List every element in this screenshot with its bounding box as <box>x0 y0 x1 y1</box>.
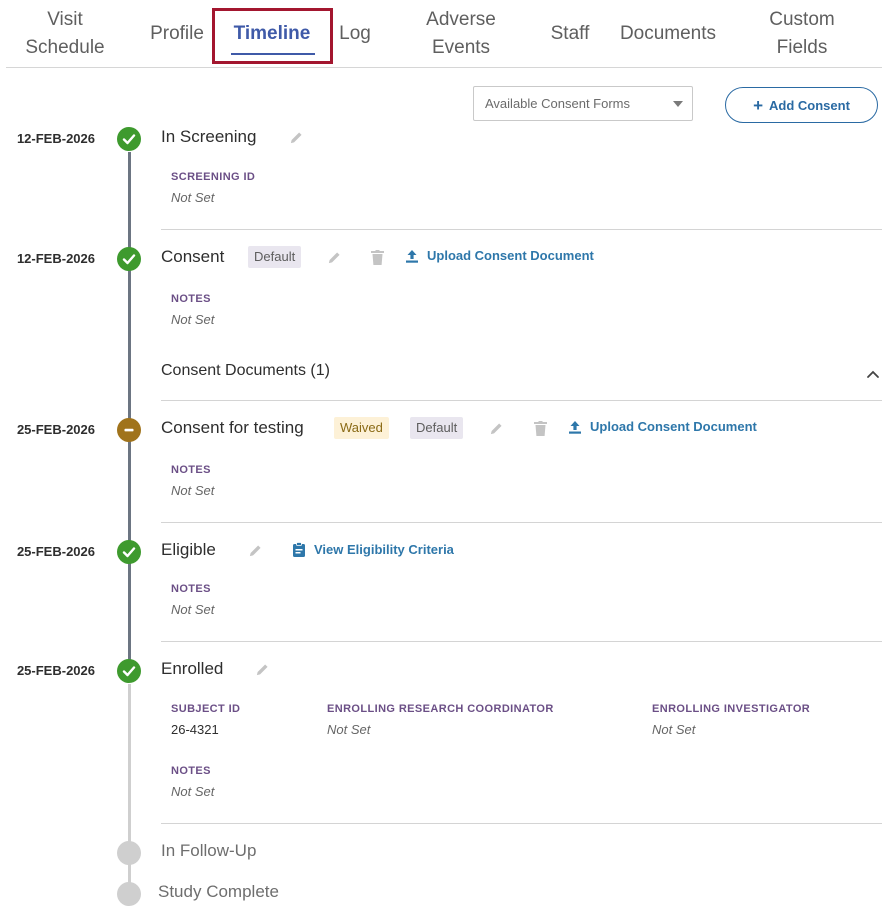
stage-date: 12-FEB-2026 <box>16 131 95 146</box>
pencil-icon[interactable] <box>326 249 342 265</box>
divider <box>161 522 882 523</box>
tab-profile[interactable]: Profile <box>140 20 214 48</box>
notes-label: NOTES <box>171 293 211 305</box>
tab-bar: Visit Schedule Profile Timeline Log Adve… <box>0 0 894 68</box>
notes-label: NOTES <box>171 765 211 777</box>
stage-title-eligible: Eligible <box>161 540 216 559</box>
notes-value: Not Set <box>171 312 215 327</box>
divider <box>161 641 882 642</box>
tab-highlight-box <box>212 8 333 64</box>
enrolling-coordinator-label: ENROLLING RESEARCH COORDINATOR <box>327 703 554 715</box>
tab-divider <box>6 67 882 68</box>
check-icon <box>122 666 136 677</box>
stage-title-consent: Consent <box>161 247 225 266</box>
upload-consent-document-label: Upload Consent Document <box>427 248 594 263</box>
consent-documents-title: Consent Documents (1) <box>161 362 330 379</box>
stage-date: 25-FEB-2026 <box>16 422 95 437</box>
upload-consent-document-link[interactable]: Upload Consent Document <box>568 419 757 434</box>
pencil-icon[interactable] <box>288 129 304 145</box>
subject-id-label: SUBJECT ID <box>171 703 241 715</box>
stage-title-study-complete: Study Complete <box>158 882 279 901</box>
pencil-icon[interactable] <box>488 420 504 436</box>
stage-pending-node <box>117 841 141 865</box>
plus-icon: + <box>753 95 764 115</box>
divider <box>161 229 882 230</box>
waived-badge: Waived <box>334 417 389 439</box>
stage-title-in-follow-up: In Follow-Up <box>161 841 257 860</box>
screening-id-label: SCREENING ID <box>171 171 256 183</box>
notes-value: Not Set <box>171 784 215 799</box>
pencil-icon[interactable] <box>254 661 270 677</box>
enrolling-investigator-value: Not Set <box>652 722 696 737</box>
stage-complete-node <box>117 127 141 151</box>
default-badge: Default <box>410 417 464 439</box>
available-consent-forms-select[interactable]: Available Consent Forms <box>473 86 693 121</box>
stage-waived-node <box>117 418 141 442</box>
stage-title-in-screening: In Screening <box>161 127 257 146</box>
stage-date: 25-FEB-2026 <box>16 663 95 678</box>
upload-icon <box>569 420 581 434</box>
trash-icon[interactable] <box>532 420 548 436</box>
view-eligibility-criteria-label: View Eligibility Criteria <box>314 542 454 557</box>
tab-custom-fields[interactable]: Custom Fields <box>751 6 853 62</box>
check-icon <box>122 134 136 145</box>
check-icon <box>122 254 136 265</box>
tab-documents[interactable]: Documents <box>612 20 724 48</box>
stage-complete-node <box>117 540 141 564</box>
stage-date: 25-FEB-2026 <box>16 544 95 559</box>
caret-down-icon <box>673 101 683 107</box>
tab-adverse-events[interactable]: Adverse Events <box>410 6 512 62</box>
divider <box>161 823 882 824</box>
tab-log[interactable]: Log <box>334 20 376 48</box>
upload-icon <box>406 249 418 263</box>
notes-value: Not Set <box>171 483 215 498</box>
stage-complete-node <box>117 659 141 683</box>
upload-consent-document-link[interactable]: Upload Consent Document <box>405 248 594 263</box>
enrolling-coordinator-value: Not Set <box>327 722 371 737</box>
notes-label: NOTES <box>171 464 211 476</box>
notes-label: NOTES <box>171 583 211 595</box>
tab-staff[interactable]: Staff <box>541 20 599 48</box>
view-eligibility-criteria-link[interactable]: View Eligibility Criteria <box>292 542 454 557</box>
minus-icon <box>124 428 134 432</box>
notes-value: Not Set <box>171 602 215 617</box>
chevron-up-icon[interactable] <box>866 366 880 384</box>
timeline-line-completed <box>128 152 131 660</box>
default-badge: Default <box>248 246 302 268</box>
divider <box>161 400 882 401</box>
consent-select-placeholder: Available Consent Forms <box>485 96 630 111</box>
stage-complete-node <box>117 247 141 271</box>
add-consent-button[interactable]: + Add Consent <box>725 87 878 123</box>
enrolling-investigator-label: ENROLLING INVESTIGATOR <box>652 703 811 715</box>
subject-id-value: 26-4321 <box>171 722 219 737</box>
upload-consent-document-label: Upload Consent Document <box>590 419 757 434</box>
stage-title-consent-for-testing: Consent for testing <box>161 418 304 437</box>
clipboard-icon <box>293 542 305 557</box>
screening-id-value: Not Set <box>171 190 215 205</box>
check-icon <box>122 547 136 558</box>
stage-title-enrolled: Enrolled <box>161 659 224 678</box>
trash-icon[interactable] <box>369 249 385 265</box>
stage-date: 12-FEB-2026 <box>16 251 95 266</box>
add-consent-label: Add Consent <box>769 97 850 113</box>
stage-pending-node <box>117 882 141 906</box>
pencil-icon[interactable] <box>247 542 263 558</box>
tab-visit-schedule[interactable]: Visit Schedule <box>14 6 116 62</box>
